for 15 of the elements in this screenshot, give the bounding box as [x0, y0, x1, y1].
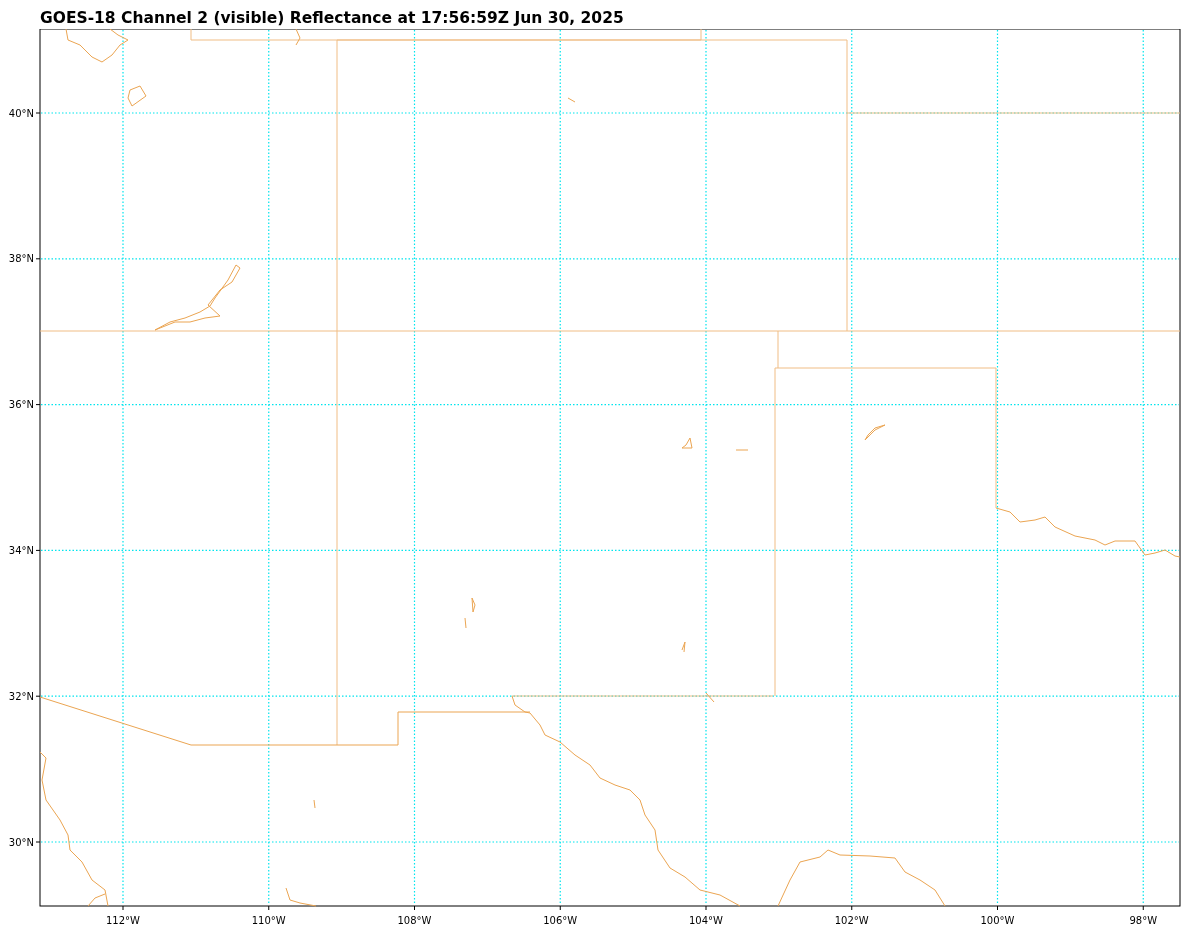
axis-tick-label: 38°N: [8, 253, 34, 265]
axis-tick-label: 100°W: [980, 915, 1015, 926]
axis-tick-label: 102°W: [834, 915, 869, 926]
axis-tick-label: 112°W: [106, 915, 140, 926]
axis-tick-label: 104°W: [689, 915, 723, 926]
axis-tick-label: 98°W: [1129, 915, 1158, 926]
axis-tick-label: 106°W: [543, 915, 578, 926]
chart-title: GOES-18 Channel 2 (visible) Reflectance at 17:56:59Z Jun 30, 2025: [40, 11, 624, 27]
axis-tick-label: 108°W: [397, 915, 432, 926]
axis-tick-label: 40°N: [8, 107, 34, 119]
axis-tick-label: 30°N: [8, 836, 34, 848]
axis-tick-label: 110°W: [251, 915, 286, 926]
axis-tick-label: 34°N: [8, 544, 34, 556]
axis-tick-label: 36°N: [8, 399, 34, 411]
axis-tick-label: 32°N: [8, 690, 34, 702]
